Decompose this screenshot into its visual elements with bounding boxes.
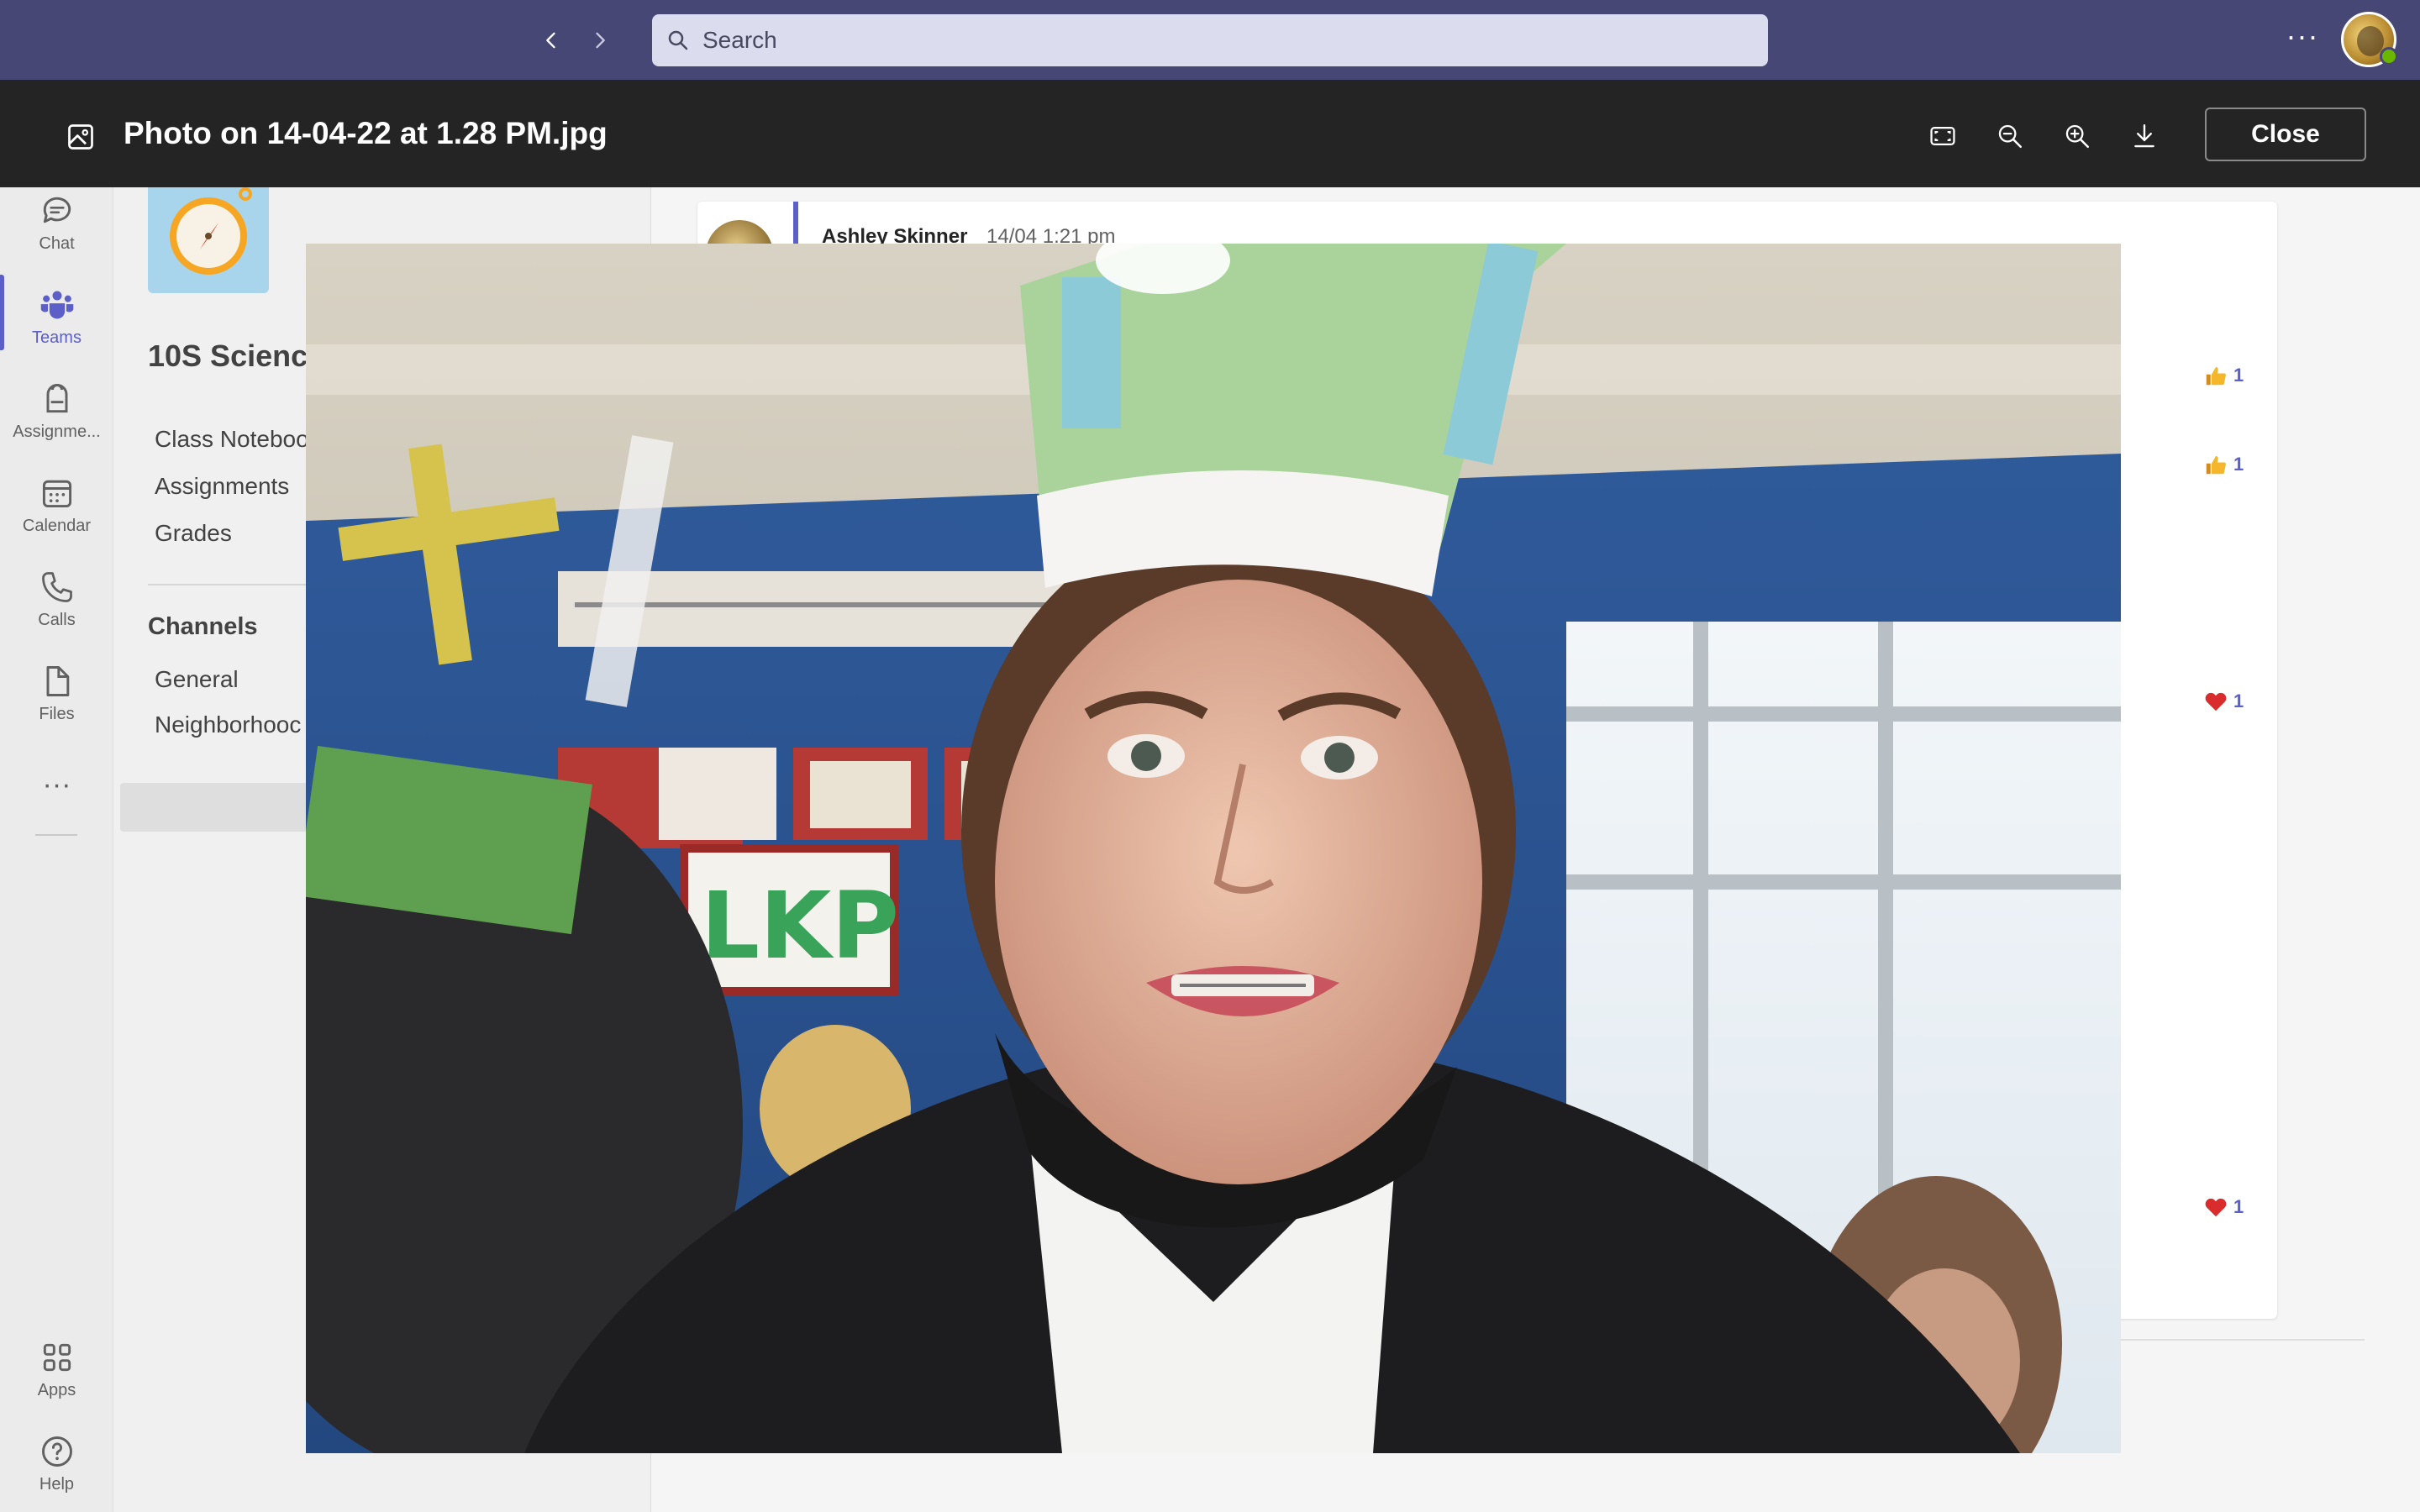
photo-image: LKP xyxy=(306,244,2121,1453)
team-link-grades[interactable]: Grades xyxy=(155,520,232,547)
fit-screen-icon xyxy=(1930,126,1955,146)
viewer-title: Photo on 14-04-22 at 1.28 PM.jpg xyxy=(124,116,608,150)
file-icon xyxy=(46,665,69,696)
more-icon: ··· xyxy=(42,768,71,801)
calendar-icon xyxy=(42,480,71,507)
rail-label: Assignme... xyxy=(13,422,101,441)
zoom-in-button[interactable] xyxy=(2059,118,2096,155)
rail-item-files[interactable]: Files xyxy=(0,651,113,735)
teams-icon xyxy=(40,291,73,318)
channel-general[interactable]: General xyxy=(155,666,239,693)
rail-divider xyxy=(35,834,77,836)
fit-to-screen-button[interactable] xyxy=(1924,118,1961,155)
channel-neighborhood[interactable]: Neighborhooc xyxy=(155,711,301,738)
chat-icon xyxy=(43,197,71,223)
image-icon xyxy=(68,124,93,150)
rail-label: Calls xyxy=(38,610,76,629)
rail-label: Teams xyxy=(32,328,82,347)
team-link-class-notebook[interactable]: Class Noteboo xyxy=(155,426,309,453)
download-button[interactable] xyxy=(2126,118,2163,155)
thumbs-up-icon xyxy=(2206,456,2226,475)
rail-label: Apps xyxy=(37,1380,76,1399)
help-icon xyxy=(41,1436,72,1467)
rail-item-apps[interactable]: Apps xyxy=(0,1327,113,1411)
reaction-like[interactable]: 1 xyxy=(2203,452,2244,477)
reaction-heart[interactable]: 1 xyxy=(2203,1194,2244,1220)
close-button[interactable]: Close xyxy=(2205,108,2366,161)
rail-item-help[interactable]: Help xyxy=(0,1421,113,1505)
rail-label: Chat xyxy=(39,234,75,253)
rail-item-teams[interactable]: Teams xyxy=(0,275,113,359)
rail-item-calendar[interactable]: Calendar xyxy=(0,463,113,547)
rail-item-assignments[interactable]: Assignme... xyxy=(0,369,113,453)
zoom-out-icon xyxy=(1998,124,2023,149)
zoom-out-button[interactable] xyxy=(1991,118,2028,155)
post-separator xyxy=(2121,1339,2365,1341)
download-icon xyxy=(2134,124,2154,148)
rail-item-calls[interactable]: Calls xyxy=(0,557,113,641)
compass-icon xyxy=(170,187,252,275)
more-options-button[interactable]: ··· xyxy=(2284,21,2321,57)
thumbs-up-icon xyxy=(2206,367,2226,386)
rail-label: Calendar xyxy=(22,516,92,535)
zoom-in-icon xyxy=(2065,124,2090,149)
rail-item-chat[interactable]: Chat xyxy=(0,181,113,265)
chevron-right-icon xyxy=(596,32,605,49)
presence-status-icon xyxy=(2380,47,2398,66)
rail-label: Files xyxy=(39,704,75,723)
reaction-like[interactable]: 1 xyxy=(2203,363,2244,388)
team-name: 10S Scienc xyxy=(148,339,308,373)
rail-more-button[interactable]: ··· xyxy=(0,743,113,827)
channels-header[interactable]: Channels xyxy=(148,613,258,641)
rail-label: Help xyxy=(39,1474,75,1494)
heart-icon xyxy=(2205,1198,2227,1217)
apps-icon xyxy=(43,1343,71,1371)
search-icon xyxy=(668,30,688,50)
team-logo[interactable] xyxy=(148,172,269,293)
photo-preview[interactable]: LKP xyxy=(306,244,2121,1453)
heart-icon xyxy=(2205,692,2227,711)
back-button[interactable] xyxy=(534,24,568,57)
search-input[interactable]: Search xyxy=(652,14,1768,66)
forward-button[interactable] xyxy=(583,24,617,57)
reaction-heart[interactable]: 1 xyxy=(2203,689,2244,714)
svg-text:LKP: LKP xyxy=(701,872,899,979)
team-link-assignments[interactable]: Assignments xyxy=(155,473,289,500)
assignments-icon xyxy=(46,383,67,412)
search-placeholder: Search xyxy=(702,27,777,53)
chevron-left-icon xyxy=(546,32,555,49)
phone-icon xyxy=(41,571,72,602)
